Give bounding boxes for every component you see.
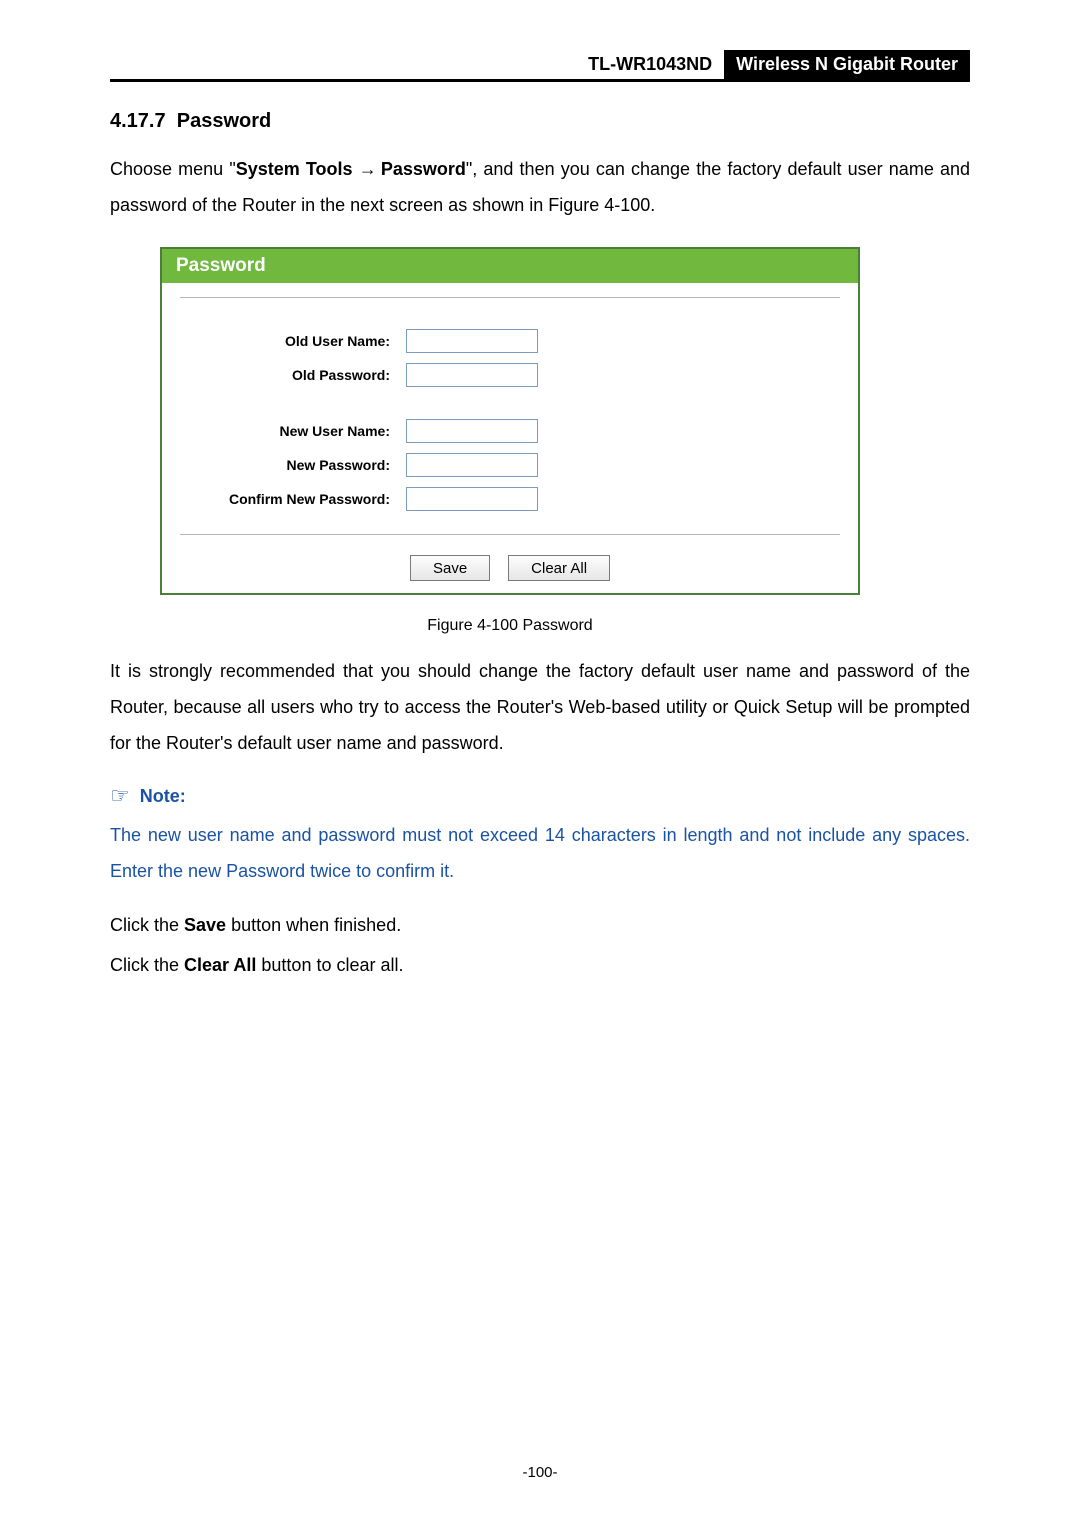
label-confirm-pass: Confirm New Password: — [180, 491, 406, 507]
page-header: TL-WR1043ND Wireless N Gigabit Router — [110, 50, 970, 82]
page-number: -100- — [0, 1464, 1080, 1481]
note-label: Note: — [140, 786, 186, 807]
divider — [180, 534, 840, 535]
note-text: The new user name and password must not … — [110, 817, 970, 889]
save-bold: Save — [184, 915, 226, 935]
intro-menu2: Password — [381, 159, 466, 179]
clear-post: button to clear all. — [256, 955, 403, 975]
save-pre: Click the — [110, 915, 184, 935]
clear-instruction: Click the Clear All button to clear all. — [110, 947, 970, 983]
intro-paragraph: Choose menu "System Tools → Password", a… — [110, 151, 970, 223]
input-old-user[interactable] — [406, 329, 538, 353]
arrow-icon: → — [359, 151, 375, 187]
figure-title: Password — [162, 249, 858, 283]
label-old-pass: Old Password: — [180, 367, 406, 383]
intro-prefix: Choose menu " — [110, 159, 236, 179]
section-heading: 4.17.7 Password — [110, 110, 970, 133]
figure-caption: Figure 4-100 Password — [160, 617, 860, 635]
clear-pre: Click the — [110, 955, 184, 975]
figure-panel: Password Old User Name: Old Password: Ne… — [160, 247, 860, 595]
input-confirm-pass[interactable] — [406, 487, 538, 511]
header-product: Wireless N Gigabit Router — [724, 50, 970, 79]
label-new-user: New User Name: — [180, 423, 406, 439]
label-old-user: Old User Name: — [180, 333, 406, 349]
recommend-paragraph: It is strongly recommended that you shou… — [110, 653, 970, 761]
header-model: TL-WR1043ND — [576, 50, 724, 79]
label-new-pass: New Password: — [180, 457, 406, 473]
clear-all-button[interactable]: Clear All — [508, 555, 610, 581]
save-button[interactable]: Save — [410, 555, 490, 581]
intro-menu1: System Tools — [236, 159, 353, 179]
save-instruction: Click the Save button when finished. — [110, 907, 970, 943]
note-icon: ☞ — [110, 783, 130, 809]
input-old-pass[interactable] — [406, 363, 538, 387]
save-post: button when finished. — [226, 915, 401, 935]
section-title: Password — [177, 110, 271, 132]
section-number: 4.17.7 — [110, 110, 166, 132]
divider — [180, 297, 840, 298]
input-new-pass[interactable] — [406, 453, 538, 477]
input-new-user[interactable] — [406, 419, 538, 443]
clear-bold: Clear All — [184, 955, 256, 975]
